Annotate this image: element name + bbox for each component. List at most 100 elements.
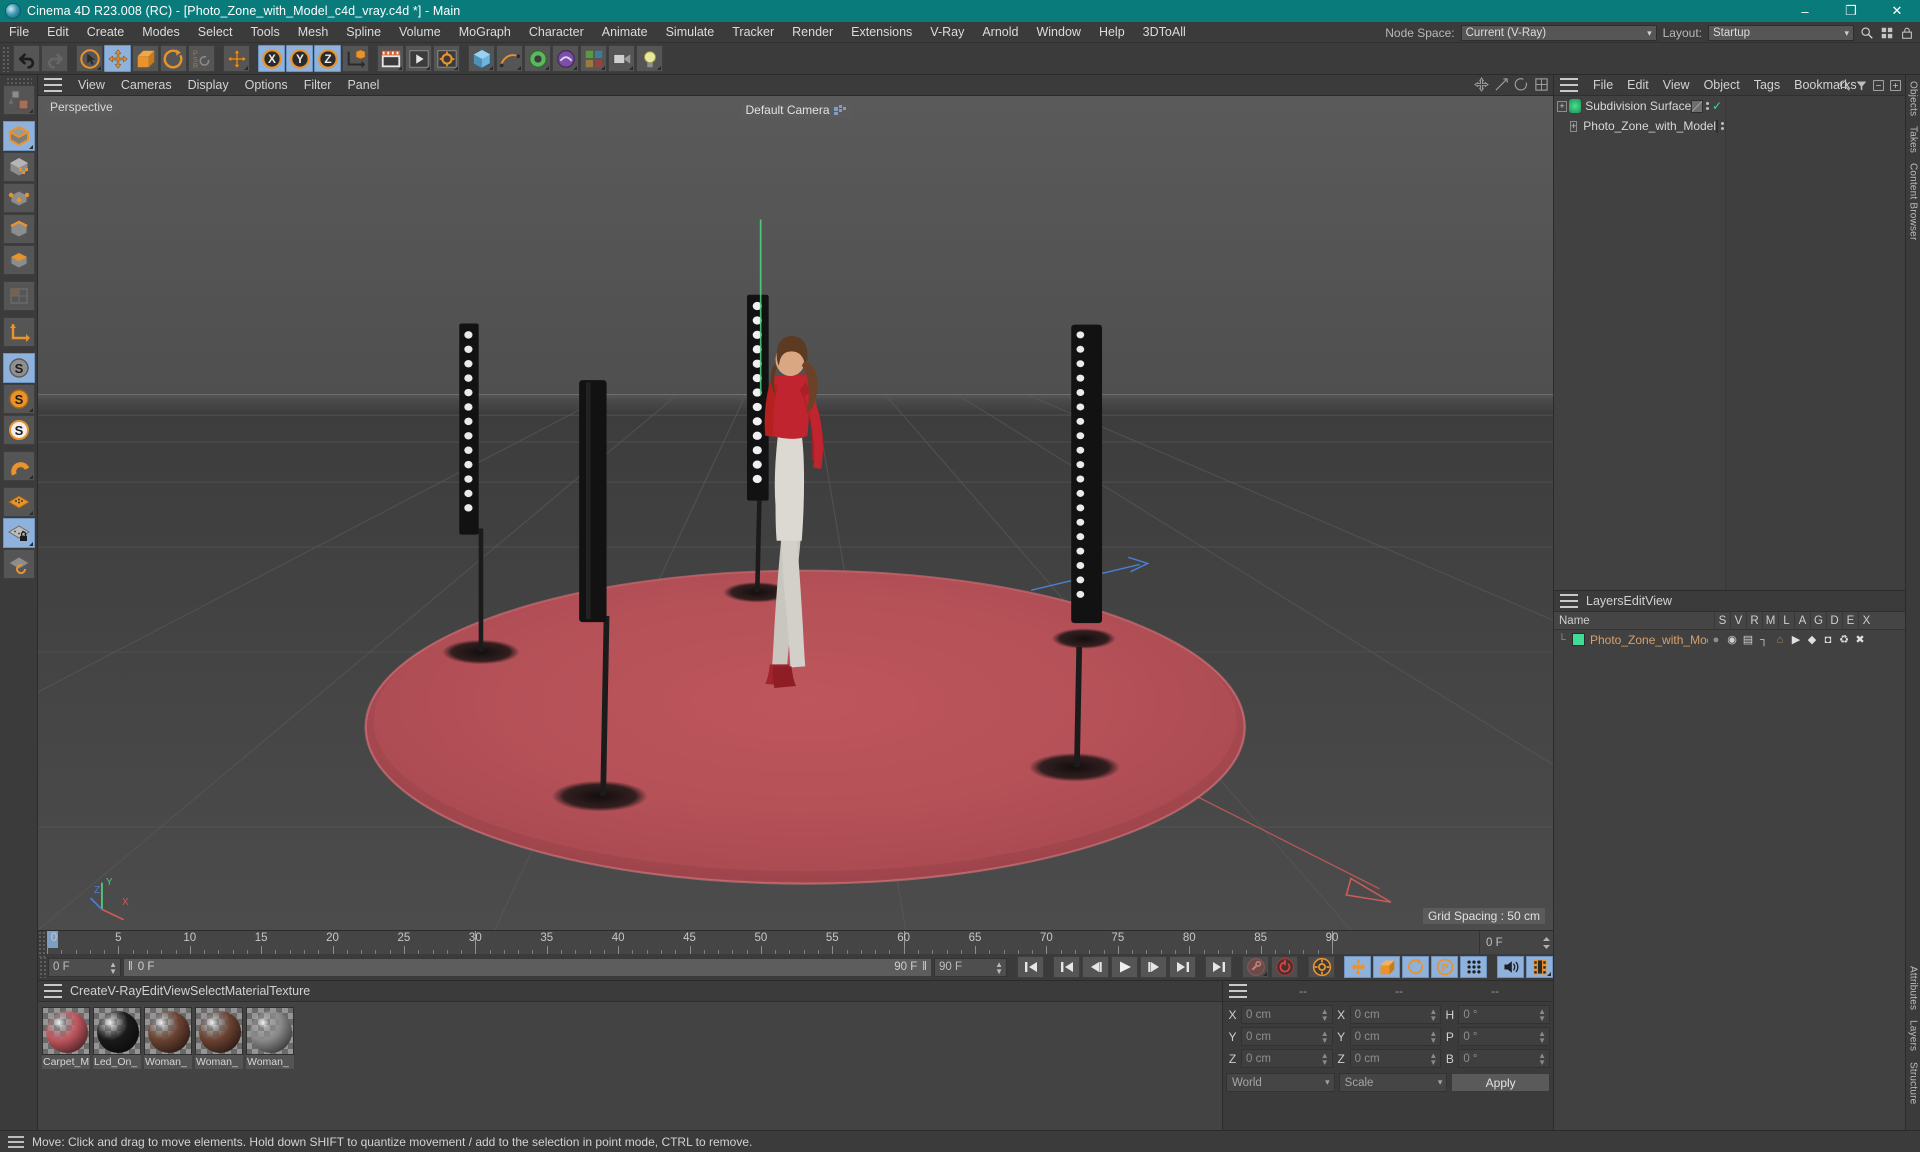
make-editable-button[interactable] [2, 85, 35, 115]
texture-mode-button[interactable] [2, 152, 35, 182]
material-item[interactable]: Led_On_ [93, 1007, 141, 1069]
expressions-toggle-icon[interactable]: ♻ [1836, 633, 1852, 646]
node-space-select[interactable]: Current (V-Ray) ▾ [1460, 24, 1657, 41]
left-toolbar-drag-handle[interactable] [5, 77, 32, 85]
layer-menu-item-view[interactable]: View [1645, 594, 1672, 608]
timeline-filmstrip-button[interactable] [1526, 956, 1553, 978]
xref-toggle-icon[interactable]: ✖ [1852, 633, 1868, 646]
search-icon[interactable] [1838, 79, 1851, 92]
spline-pen-button[interactable] [496, 45, 523, 72]
coordinate-mode-select[interactable]: Scale ▾ [1338, 1073, 1448, 1092]
layer-menu-item-layers[interactable]: Layers [1586, 594, 1624, 608]
layer-column-e[interactable]: E [1842, 611, 1858, 630]
object-tree-row[interactable]: + Subdivision Surface ✓ [1554, 96, 1725, 116]
spinner-icon[interactable]: ▲ ▼ [1538, 1030, 1546, 1045]
layer-column-d[interactable]: D [1826, 611, 1842, 630]
material-preview[interactable] [93, 1007, 141, 1055]
play-button[interactable] [1111, 956, 1138, 978]
menu-item-arnold[interactable]: Arnold [973, 22, 1027, 43]
move-tool-button[interactable] [104, 45, 131, 72]
menu-grid-icon[interactable] [1880, 26, 1894, 40]
material-swatch-area[interactable]: Carpet_M Led_On_ Woman_ Woman_ Woman_ [38, 1002, 1222, 1130]
world-coordinate-button[interactable] [223, 45, 250, 72]
viewport-menu-item-panel[interactable]: Panel [339, 75, 387, 96]
menu-item-extensions[interactable]: Extensions [842, 22, 921, 43]
layer-column-m[interactable]: M [1762, 611, 1778, 630]
polygon-mode-button[interactable] [2, 245, 35, 275]
coordinate-field-size-y[interactable]: 0 cm ▲ ▼ [1349, 1027, 1442, 1046]
enable-snap-button[interactable]: S [2, 353, 35, 383]
minimize-button[interactable]: – [1782, 0, 1828, 22]
timeline-drag-handle[interactable] [38, 931, 47, 957]
layer-column-x[interactable]: X [1858, 611, 1874, 630]
viewport-menu-item-cameras[interactable]: Cameras [113, 75, 180, 96]
render-view-button[interactable] [377, 45, 404, 72]
coordinate-field-size-z[interactable]: 0 cm ▲ ▼ [1349, 1049, 1442, 1068]
object-menu-item-tags[interactable]: Tags [1747, 75, 1787, 96]
menu-item-animate[interactable]: Animate [593, 22, 657, 43]
side-tab-takes[interactable]: Takes [1908, 126, 1919, 153]
material-menu-item-select[interactable]: Select [190, 984, 225, 998]
go-to-start-button[interactable] [1017, 956, 1044, 978]
maximize-button[interactable]: ❐ [1828, 0, 1874, 22]
deformer-button[interactable] [552, 45, 579, 72]
select-tool-button[interactable] [76, 45, 103, 72]
object-menu-hamburger-icon[interactable] [1560, 78, 1578, 92]
frame-end-field[interactable]: 90 F ▲ ▼ [934, 957, 1007, 977]
autokeying-button[interactable] [1271, 956, 1298, 978]
menu-item-file[interactable]: File [0, 22, 38, 43]
key-rotation-button[interactable] [1402, 956, 1429, 978]
layout-select[interactable]: Startup ▾ [1708, 24, 1854, 41]
3d-viewport[interactable]: Perspective Default Camera Grid Spacing … [38, 96, 1553, 930]
menu-item-select[interactable]: Select [189, 22, 242, 43]
coordinates-hamburger-icon[interactable] [1229, 984, 1247, 998]
coordinate-field-size-x[interactable]: 0 cm ▲ ▼ [1349, 1005, 1442, 1024]
material-menu-item-material[interactable]: Material [225, 984, 269, 998]
frame-start-field[interactable]: 0 F ▲ ▼ [48, 957, 121, 977]
spinner-icon[interactable]: ▲ ▼ [1321, 1008, 1329, 1023]
menu-item-mograph[interactable]: MoGraph [450, 22, 520, 43]
material-preview[interactable] [246, 1007, 294, 1055]
material-menu-item-texture[interactable]: Texture [269, 984, 310, 998]
environment-button[interactable] [580, 45, 607, 72]
layer-menu-item-edit[interactable]: Edit [1624, 594, 1646, 608]
point-mode-button[interactable] [2, 183, 35, 213]
scale-tool-button[interactable] [132, 45, 159, 72]
key-scale-button[interactable] [1373, 956, 1400, 978]
key-position-button[interactable] [1344, 956, 1371, 978]
coordinate-field-position-z[interactable]: 0 cm ▲ ▼ [1241, 1049, 1333, 1068]
nurbs-generator-button[interactable] [524, 45, 551, 72]
material-item[interactable]: Woman_ [195, 1007, 243, 1069]
material-item[interactable]: Carpet_M [42, 1007, 90, 1069]
spinner-icon[interactable]: ▲ ▼ [1321, 1052, 1329, 1067]
spinner-icon[interactable]: ▲ ▼ [1321, 1030, 1329, 1045]
material-preview[interactable] [144, 1007, 192, 1055]
expand-toggle-icon[interactable]: + [1557, 100, 1567, 112]
viewport-projection-label[interactable]: Perspective [46, 100, 117, 114]
layer-row[interactable]: └ Photo_Zone_with_Model●◉▤┐⌂▶◆◘♻✖ [1554, 630, 1905, 649]
object-menu-item-view[interactable]: View [1656, 75, 1697, 96]
layer-color-swatch[interactable] [1572, 633, 1585, 646]
side-tab-layers[interactable]: Layers [1908, 1020, 1919, 1051]
animation-toggle-icon[interactable]: ▶ [1788, 633, 1804, 646]
coordinate-field-position-y[interactable]: 0 cm ▲ ▼ [1241, 1027, 1333, 1046]
side-tab-structure[interactable]: Structure [1908, 1062, 1919, 1104]
model-mode-button[interactable] [2, 121, 35, 151]
timeline-spinner-icon[interactable] [1539, 931, 1553, 954]
step-forward-button[interactable] [1140, 956, 1167, 978]
render-to-picture-viewer-button[interactable] [405, 45, 432, 72]
timeline-current-frame-display[interactable]: 0 F [1479, 931, 1539, 954]
viewport-camera-label[interactable]: Default Camera [740, 102, 851, 118]
lock-y-axis-button[interactable]: Y [286, 45, 313, 72]
camera-button[interactable] [608, 45, 635, 72]
timeline-range-bar[interactable]: ‖ 0 F 90 F ‖ [123, 957, 932, 977]
layer-column-v[interactable]: V [1730, 611, 1746, 630]
range-right-handle-icon[interactable]: ‖ [922, 961, 927, 973]
sound-button[interactable] [1497, 956, 1524, 978]
material-menu-hamburger-icon[interactable] [44, 984, 62, 998]
axis-mode-button[interactable] [2, 317, 35, 347]
timeline-toolbar-drag-handle[interactable] [39, 956, 46, 978]
psr-tool-button[interactable]: P S R [188, 45, 215, 72]
visibility-dots-icon[interactable] [1721, 122, 1725, 130]
material-preview[interactable] [195, 1007, 243, 1055]
